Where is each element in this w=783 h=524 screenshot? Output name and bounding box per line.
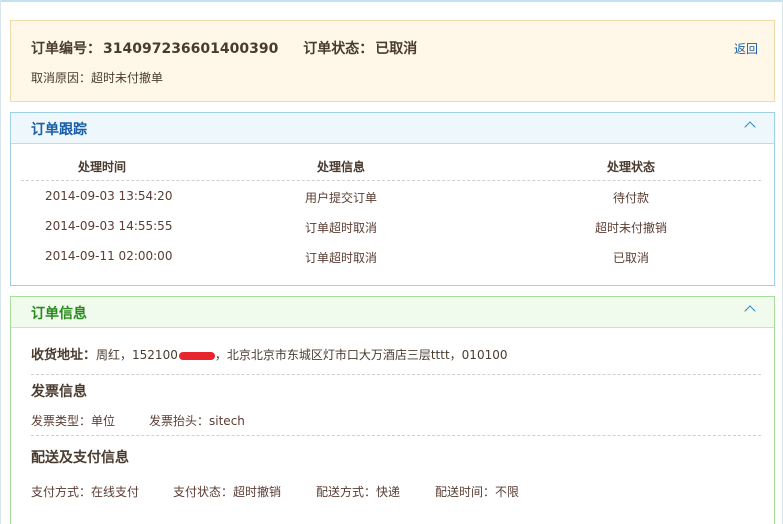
- payment-status: 支付状态：超时撤销: [173, 483, 281, 500]
- order-summary: 订单编号： 314097236601400390 订单状态： 已取消 返回 取消原因…: [10, 20, 775, 102]
- payment-status-value: 超时撤销: [233, 485, 282, 499]
- order-info-title: 订单信息: [31, 306, 87, 322]
- order-tracking-title: 订单跟踪: [31, 122, 87, 138]
- row-time: 2014-09-11 02:00:00: [45, 249, 173, 263]
- shipping-time-label: 配送时间：: [435, 485, 496, 499]
- shipping-time: 配送时间：不限: [435, 483, 519, 500]
- tracking-table-header: 处理时间 处理信息 处理状态: [21, 149, 761, 181]
- back-link[interactable]: 返回: [734, 40, 758, 57]
- order-number-label: 订单编号：: [31, 41, 101, 57]
- row-time: 2014-09-03 13:54:20: [45, 189, 173, 203]
- order-info-panel: 订单信息 收货地址：周红，152100 ，北京北京市东城区灯市口大万酒店三层ttt…: [10, 296, 775, 524]
- delivery-section-title: 配送及支付信息: [31, 450, 129, 466]
- row-status: 已取消: [612, 251, 649, 265]
- row-status: 超时未付撤销: [594, 221, 667, 235]
- address-label: 收货地址：: [31, 348, 97, 363]
- order-header-line: 订单编号： 314097236601400390 订单状态： 已取消: [31, 38, 417, 58]
- payment-method-value: 在线支付: [91, 485, 140, 499]
- column-header-info: 处理信息: [316, 160, 365, 174]
- order-tracking-header: 订单跟踪: [11, 113, 774, 144]
- invoice-type-label: 发票类型：: [31, 414, 92, 428]
- phone-number: 152100: [132, 348, 178, 362]
- payment-method: 支付方式：在线支付: [31, 483, 139, 500]
- shipping-method: 配送方式：快递: [316, 483, 400, 500]
- order-tracking-panel: 订单跟踪 处理时间 处理信息 处理状态 2014-09-03 13:54:20 …: [10, 112, 775, 286]
- row-info: 订单超时取消: [304, 251, 377, 265]
- order-info-header: 订单信息: [11, 297, 774, 328]
- shipping-time-value: 不限: [495, 485, 520, 499]
- recipient-name: 周红，: [96, 348, 133, 362]
- order-status: 已取消: [375, 41, 418, 57]
- shipping-address: 收货地址：周红，152100 ，北京北京市东城区灯市口大万酒店三层tttt，010…: [31, 344, 507, 363]
- invoice-section-title: 发票信息: [31, 384, 87, 400]
- order-number: 314097236601400390: [103, 41, 279, 57]
- postcode: 010100: [461, 348, 508, 362]
- divider: [31, 435, 761, 436]
- row-info: 订单超时取消: [304, 221, 377, 235]
- column-header-status: 处理状态: [606, 160, 655, 174]
- top-border: [0, 0, 783, 2]
- shipping-method-label: 配送方式：: [316, 485, 377, 499]
- shipping-method-value: 快递: [376, 485, 401, 499]
- order-status-label: 订单状态：: [303, 41, 374, 57]
- row-status: 待付款: [612, 191, 649, 205]
- redaction-mark: [178, 351, 215, 360]
- invoice-header-label: 发票抬头：: [149, 414, 210, 428]
- payment-status-label: 支付状态：: [173, 485, 234, 499]
- invoice-header: 发票抬头：sitech: [149, 412, 245, 429]
- left-border: [0, 0, 1, 524]
- cancel-reason-label: 取消原因：: [31, 71, 92, 85]
- cancel-reason: 超时未付撤单: [91, 71, 164, 85]
- cancel-reason-line: 取消原因：超时未付撤单: [31, 69, 163, 86]
- column-header-time: 处理时间: [77, 160, 126, 174]
- payment-method-label: 支付方式：: [31, 485, 92, 499]
- table-row: 2014-09-11 02:00:00 订单超时取消 已取消: [21, 241, 761, 271]
- tracking-table: 处理时间 处理信息 处理状态 2014-09-03 13:54:20 用户提交订…: [21, 149, 761, 271]
- invoice-type-value: 单位: [91, 414, 116, 428]
- divider: [31, 374, 761, 375]
- table-row: 2014-09-03 14:55:55 订单超时取消 超时未付撤销: [21, 211, 761, 241]
- invoice-header-value: sitech: [209, 414, 245, 428]
- chevron-up-icon[interactable]: [744, 305, 756, 317]
- table-row: 2014-09-03 13:54:20 用户提交订单 待付款: [21, 181, 761, 211]
- address-detail: ，北京北京市东城区灯市口大万酒店三层tttt，: [214, 348, 462, 362]
- row-time: 2014-09-03 14:55:55: [45, 219, 173, 233]
- row-info: 用户提交订单: [304, 191, 377, 205]
- chevron-up-icon[interactable]: [744, 121, 756, 133]
- invoice-type: 发票类型：单位: [31, 412, 115, 429]
